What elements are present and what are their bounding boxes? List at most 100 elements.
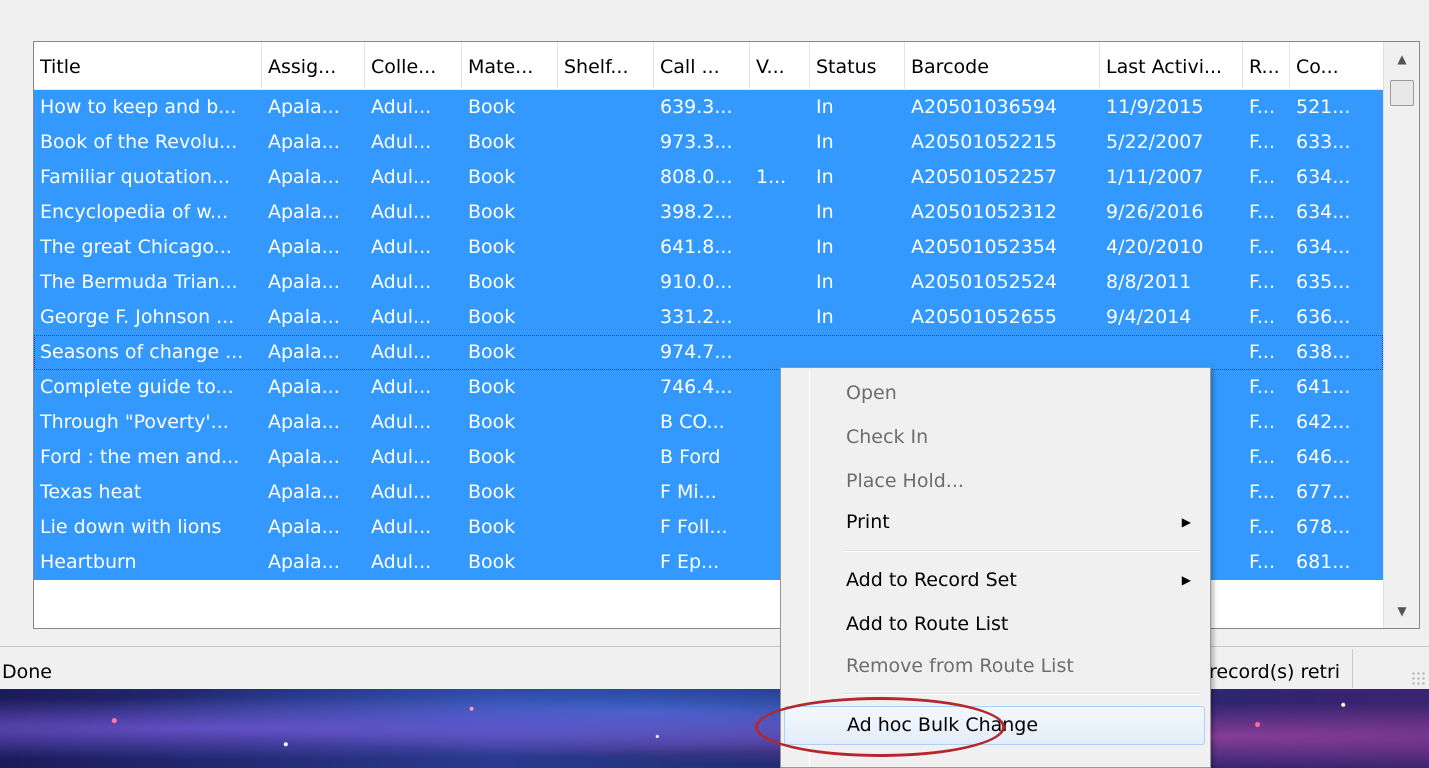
cell-call-number: F Ep... xyxy=(660,551,720,573)
cell-co: 641... xyxy=(1296,376,1351,398)
cell-material: Book xyxy=(468,376,516,398)
cell-status: In xyxy=(816,306,834,328)
cell-call-number: 808.0... xyxy=(660,166,733,188)
record-count-panel: record(s) retri xyxy=(1205,649,1353,688)
cell-co: 635... xyxy=(1296,271,1351,293)
cell-title: The Bermuda Trian... xyxy=(40,271,238,293)
table-row[interactable]: Seasons of change ... Apala... Adul... Book… xyxy=(34,335,1383,370)
cell-collection: Adul... xyxy=(371,411,432,433)
cell-volume xyxy=(750,335,810,370)
cell-last-activity: 1/11/2007 xyxy=(1106,166,1204,188)
table-row[interactable]: George F. Johnson ... Apala... Adul... Book… xyxy=(34,300,1383,335)
column-header-call-number[interactable]: Call ... xyxy=(654,42,750,90)
scrollbar-thumb[interactable] xyxy=(1390,80,1414,106)
cell-call-number: 639.3... xyxy=(660,96,733,118)
cell-co: 636... xyxy=(1296,306,1351,328)
cell-material: Book xyxy=(468,96,516,118)
cell-material: Book xyxy=(468,131,516,153)
cell-volume xyxy=(750,125,810,160)
cell-title: Lie down with lions xyxy=(40,516,222,538)
cell-status: In xyxy=(816,166,834,188)
menu-separator xyxy=(845,550,1200,552)
cell-collection: Adul... xyxy=(371,131,432,153)
table-row[interactable]: The Bermuda Trian... Apala... Adul... Book 9… xyxy=(34,265,1383,300)
column-header-last-activity[interactable]: Last Activi... xyxy=(1100,42,1243,90)
cell-r: F... xyxy=(1249,551,1275,573)
cell-collection: Adul... xyxy=(371,481,432,503)
cell-title: Ford : the men and... xyxy=(40,446,240,468)
cell-last-activity: 4/20/2010 xyxy=(1106,236,1204,258)
scroll-down-arrow-icon[interactable]: ▼ xyxy=(1384,594,1419,628)
cell-last-activity: 9/26/2016 xyxy=(1106,201,1204,223)
table-row[interactable]: The great Chicago... Apala... Adul... Book 6… xyxy=(34,230,1383,265)
menu-item-print[interactable]: Print ▶ xyxy=(784,503,1205,542)
cell-r: F... xyxy=(1249,271,1275,293)
column-header-collection[interactable]: Colle... xyxy=(365,42,462,90)
cell-call-number: B CO... xyxy=(660,411,725,433)
scroll-up-arrow-icon[interactable]: ▲ xyxy=(1384,42,1419,76)
cell-status: In xyxy=(816,96,834,118)
menu-item-open[interactable]: Open xyxy=(784,374,1205,413)
cell-title: The great Chicago... xyxy=(40,236,232,258)
cell-material: Book xyxy=(468,236,516,258)
menu-item-remove-from-route-list[interactable]: Remove from Route List xyxy=(784,647,1205,686)
vertical-scrollbar[interactable]: ▲ ▼ xyxy=(1383,42,1419,628)
column-header-volume[interactable]: V... xyxy=(750,42,810,90)
cell-assigned: Apala... xyxy=(268,306,340,328)
column-header-barcode[interactable]: Barcode xyxy=(905,42,1100,90)
cell-r: F... xyxy=(1249,131,1275,153)
cell-assigned: Apala... xyxy=(268,201,340,223)
cell-shelf xyxy=(558,230,654,265)
cell-call-number: 331.2... xyxy=(660,306,733,328)
cell-call-number: 974.7... xyxy=(660,341,733,363)
cell-last-activity: 8/8/2011 xyxy=(1106,271,1192,293)
menu-item-place-hold[interactable]: Place Hold... xyxy=(784,462,1205,501)
cell-assigned: Apala... xyxy=(268,411,340,433)
cell-collection: Adul... xyxy=(371,341,432,363)
cell-assigned: Apala... xyxy=(268,376,340,398)
column-header-co[interactable]: Co... xyxy=(1290,42,1383,90)
menu-item-ad-hoc-bulk-change[interactable]: Ad hoc Bulk Change xyxy=(784,706,1205,745)
cell-r: F... xyxy=(1249,96,1275,118)
cell-collection: Adul... xyxy=(371,201,432,223)
cell-co: 678... xyxy=(1296,516,1351,538)
cell-material: Book xyxy=(468,341,516,363)
menu-item-add-to-record-set[interactable]: Add to Record Set ▶ xyxy=(784,561,1205,600)
column-header-status[interactable]: Status xyxy=(810,42,905,90)
table-row[interactable]: How to keep and b... Apala... Adul... Book 6… xyxy=(34,90,1383,125)
cell-call-number: 910.0... xyxy=(660,271,733,293)
cell-volume xyxy=(750,300,810,335)
table-row[interactable]: Familiar quotation... Apala... Adul... Book… xyxy=(34,160,1383,195)
cell-shelf xyxy=(558,545,654,580)
item-list[interactable]: Title Assig... Colle... Mate... Shelf...… xyxy=(33,41,1420,629)
cell-material: Book xyxy=(468,411,516,433)
cell-material: Book xyxy=(468,516,516,538)
cell-barcode: A20501052655 xyxy=(911,306,1057,328)
cell-title: Seasons of change ... xyxy=(40,341,244,363)
column-header-r[interactable]: R... xyxy=(1243,42,1290,90)
column-header-material[interactable]: Mate... xyxy=(462,42,558,90)
cell-co: 633... xyxy=(1296,131,1351,153)
cell-material: Book xyxy=(468,306,516,328)
table-row[interactable]: Encyclopedia of w... Apala... Adul... Book 3… xyxy=(34,195,1383,230)
cell-assigned: Apala... xyxy=(268,341,340,363)
cell-shelf xyxy=(558,300,654,335)
cell-co: 638... xyxy=(1296,341,1351,363)
column-header-shelf[interactable]: Shelf... xyxy=(558,42,654,90)
resize-grip-icon[interactable] xyxy=(1411,671,1425,685)
cell-collection: Adul... xyxy=(371,516,432,538)
cell-assigned: Apala... xyxy=(268,236,340,258)
menu-item-add-to-route-list[interactable]: Add to Route List xyxy=(784,605,1205,644)
menu-separator xyxy=(845,693,1200,695)
column-header-title[interactable]: Title xyxy=(34,42,262,90)
cell-status: In xyxy=(816,236,834,258)
column-header-assigned[interactable]: Assig... xyxy=(262,42,365,90)
cell-material: Book xyxy=(468,446,516,468)
cell-title: Heartburn xyxy=(40,551,137,573)
cell-assigned: Apala... xyxy=(268,551,340,573)
menu-item-check-in[interactable]: Check In xyxy=(784,418,1205,457)
table-row[interactable]: Book of the Revolu... Apala... Adul... Book… xyxy=(34,125,1383,160)
cell-assigned: Apala... xyxy=(268,271,340,293)
cell-collection: Adul... xyxy=(371,96,432,118)
cell-volume xyxy=(750,195,810,230)
